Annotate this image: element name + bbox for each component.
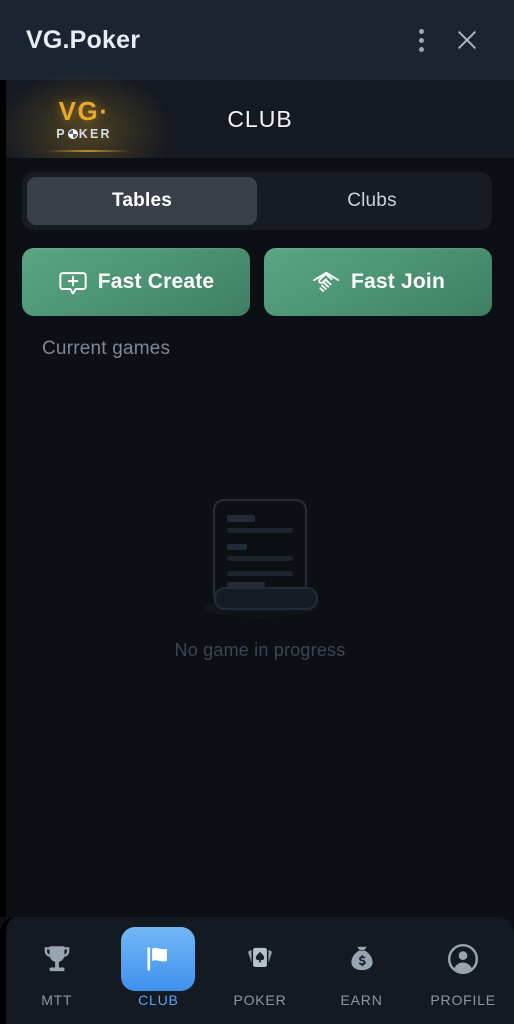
content-area: Tables Clubs Fast Create Fast Join Curre… bbox=[0, 158, 514, 917]
logo-vg-text: VG· bbox=[59, 98, 110, 124]
empty-state: No game in progress bbox=[6, 488, 514, 661]
app-logo: VG· P KER bbox=[0, 72, 170, 168]
window-title: VG.Poker bbox=[26, 25, 141, 54]
nav-icon-box-poker bbox=[223, 927, 297, 991]
empty-state-text: No game in progress bbox=[174, 640, 346, 660]
fast-join-button[interactable]: Fast Join bbox=[264, 248, 492, 316]
logo-poker-text: P KER bbox=[56, 128, 112, 141]
nav-label-profile: PROFILE bbox=[430, 992, 496, 1008]
nav-icon-box-profile bbox=[426, 927, 500, 991]
nav-icon-box-mtt bbox=[20, 927, 94, 991]
tab-clubs[interactable]: Clubs bbox=[257, 177, 487, 225]
nav-icon-box-earn bbox=[325, 927, 399, 991]
fast-create-label: Fast Create bbox=[97, 270, 215, 293]
app-window: VG.Poker VG· P KER CLUB Tables Clubs Fas… bbox=[0, 0, 514, 1024]
trophy-icon bbox=[44, 946, 70, 972]
speech-bubble-plus-icon bbox=[59, 272, 87, 295]
logo-vg-label: VG bbox=[58, 95, 100, 126]
nav-item-earn[interactable]: EARN bbox=[311, 923, 413, 1008]
kebab-menu-icon bbox=[418, 28, 424, 52]
flag-icon bbox=[147, 947, 168, 971]
logo-poker-left: P bbox=[56, 126, 67, 141]
nav-icon-box-club bbox=[121, 927, 196, 991]
money-bag-icon bbox=[350, 946, 373, 971]
close-icon bbox=[454, 27, 480, 53]
action-buttons: Fast Create Fast Join bbox=[22, 248, 492, 316]
app-header: VG· P KER CLUB bbox=[0, 72, 514, 168]
close-button[interactable] bbox=[444, 17, 490, 63]
window-titlebar: VG.Poker bbox=[0, 0, 514, 80]
nav-item-poker[interactable]: POKER bbox=[209, 923, 311, 1008]
handshake-icon bbox=[313, 272, 340, 292]
fast-create-button[interactable]: Fast Create bbox=[22, 248, 250, 316]
nav-label-mtt: MTT bbox=[41, 992, 73, 1008]
kebab-menu-button[interactable] bbox=[398, 17, 444, 63]
nav-label-poker: POKER bbox=[233, 992, 287, 1008]
logo-underline bbox=[46, 150, 130, 152]
nav-item-club[interactable]: CLUB bbox=[108, 923, 210, 1008]
logo-dot: · bbox=[99, 95, 110, 126]
bottom-navigation: MTT CLUB POKER EARN PROFILE bbox=[0, 917, 514, 1024]
nav-item-mtt[interactable]: MTT bbox=[6, 923, 108, 1008]
current-games-label: Current games bbox=[42, 338, 171, 359]
segmented-tabs: Tables Clubs bbox=[22, 172, 492, 230]
poker-chip-icon bbox=[67, 129, 78, 139]
person-circle-icon bbox=[448, 943, 479, 975]
fast-join-label: Fast Join bbox=[351, 270, 445, 293]
playing-cards-icon bbox=[247, 947, 272, 967]
nav-item-profile[interactable]: PROFILE bbox=[412, 923, 514, 1008]
tab-tables[interactable]: Tables bbox=[27, 177, 257, 225]
document-scroll-icon bbox=[202, 498, 319, 617]
logo-poker-right: KER bbox=[78, 126, 112, 141]
nav-label-earn: EARN bbox=[340, 992, 383, 1008]
nav-label-club: CLUB bbox=[138, 992, 179, 1008]
